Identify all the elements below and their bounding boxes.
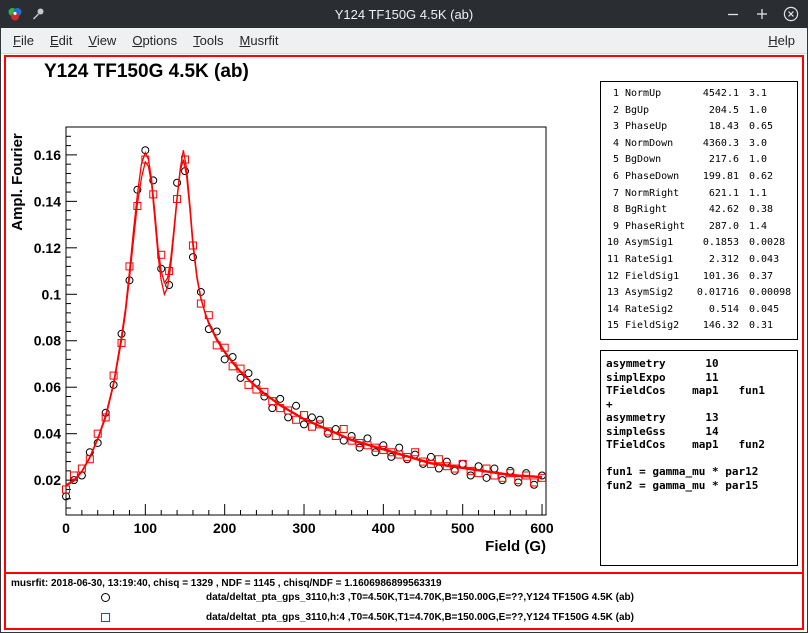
svg-text:600: 600 — [530, 520, 554, 536]
menu-options[interactable]: Options — [124, 29, 185, 52]
plot-pad: Y124 TF150G 4.5K (ab) 010020030040050060… — [6, 57, 802, 572]
svg-text:200: 200 — [213, 520, 237, 536]
menu-tools[interactable]: Tools — [185, 29, 231, 52]
param-row: 8BgRight42.620.38 — [605, 202, 793, 219]
menubar: FileEditViewOptionsToolsMusrfit Help — [1, 28, 807, 54]
svg-text:500: 500 — [451, 520, 475, 536]
svg-text:0: 0 — [62, 520, 70, 536]
titlebar[interactable]: Y124 TF150G 4.5K (ab) — [0, 0, 808, 28]
close-button[interactable] — [783, 6, 799, 22]
param-row: 10AsymSig10.18530.0028 — [605, 235, 793, 252]
param-row: 4NormDown4360.33.0 — [605, 136, 793, 153]
y-axis: 0.02 0.04 0.06 0.08 0.1 0.12 0.14 0.16 Ampl. Fou… — [9, 133, 77, 508]
param-row: 1NormUp4542.13.1 — [605, 86, 793, 103]
fit-info-line: musrfit: 2018-06-30, 13:19:40, chisq = 1… — [11, 578, 442, 589]
theory-line: asymmetry 10 — [606, 357, 792, 371]
theory-line: TFieldCos map1 fun2 — [606, 438, 792, 452]
theory-line: asymmetry 13 — [606, 411, 792, 425]
maximize-button[interactable] — [754, 6, 770, 22]
param-row: 3PhaseUp18.430.65 — [605, 119, 793, 136]
series-fit-h-4 — [66, 150, 542, 486]
param-row: 14RateSig20.5140.045 — [605, 302, 793, 319]
menu-view[interactable]: View — [80, 29, 124, 52]
menu-edit[interactable]: Edit — [42, 29, 80, 52]
theory-line: fun2 = gamma_mu * par15 — [606, 479, 792, 493]
y-axis-title: Ampl. Fourier — [9, 133, 26, 231]
series-data-h-3 — [63, 147, 546, 500]
svg-text:300: 300 — [292, 520, 316, 536]
menu-file[interactable]: File — [5, 29, 42, 52]
param-row: 7NormRight621.11.1 — [605, 186, 793, 203]
app-icon — [7, 6, 23, 22]
root-canvas[interactable]: Y124 TF150G 4.5K (ab) 010020030040050060… — [4, 55, 804, 630]
theory-line: + — [606, 398, 792, 412]
minimize-button[interactable] — [725, 6, 741, 22]
svg-text:400: 400 — [372, 520, 396, 536]
window-content: Y124 TF150G 4.5K (ab) 010020030040050060… — [1, 54, 807, 632]
svg-text:0.08: 0.08 — [34, 333, 61, 349]
theory-line: simplExpo 11 — [606, 371, 792, 385]
menu-musrfit[interactable]: Musrfit — [232, 29, 287, 52]
legend-circle-marker — [101, 593, 110, 602]
param-row: 12FieldSig1101.360.37 — [605, 269, 793, 286]
legend-square-marker — [101, 613, 110, 622]
theory-box: asymmetry 10simplExpo 11TFieldCos map1 f… — [600, 350, 798, 566]
param-row: 15FieldSig2146.320.31 — [605, 318, 793, 335]
x-axis: 0 100 200 300 400 500 600 Field (G) — [62, 504, 554, 555]
info-pad: musrfit: 2018-06-30, 13:19:40, chisq = 1… — [6, 572, 802, 628]
legend-label: data/deltat_pta_gps_3110,h:3 ,T0=4.50K,T… — [206, 592, 634, 603]
x-axis-title: Field (G) — [485, 538, 546, 555]
svg-text:0.12: 0.12 — [34, 240, 61, 256]
fourier-plot[interactable]: 0 100 200 300 400 500 600 Field (G) 0.02 0.04 0.06… — [6, 57, 596, 572]
param-row: 9PhaseRight287.01.4 — [605, 219, 793, 236]
svg-text:100: 100 — [134, 520, 158, 536]
legend-row: data/deltat_pta_gps_3110,h:4 ,T0=4.50K,T… — [101, 611, 634, 623]
param-row: 5BgDown217.61.0 — [605, 152, 793, 169]
param-row: 11RateSig12.3120.043 — [605, 252, 793, 269]
param-row: 2BgUp204.51.0 — [605, 103, 793, 120]
legend-label: data/deltat_pta_gps_3110,h:4 ,T0=4.50K,T… — [206, 612, 634, 623]
theory-line: simpleGss 14 — [606, 425, 792, 439]
window-title: Y124 TF150G 4.5K (ab) — [0, 7, 808, 22]
svg-text:0.06: 0.06 — [34, 379, 61, 395]
theory-line: TFieldCos map1 fun1 — [606, 384, 792, 398]
svg-text:0.14: 0.14 — [34, 193, 61, 209]
series-data-h-4 — [63, 156, 546, 493]
svg-text:0.02: 0.02 — [34, 472, 61, 488]
pin-icon[interactable] — [30, 6, 46, 22]
svg-text:0.1: 0.1 — [42, 286, 62, 302]
legend-row: data/deltat_pta_gps_3110,h:3 ,T0=4.50K,T… — [101, 591, 634, 603]
theory-line: fun1 = gamma_mu * par12 — [606, 465, 792, 479]
parameter-box: 1NormUp4542.13.12BgUp204.51.03PhaseUp18.… — [600, 81, 798, 340]
svg-text:0.04: 0.04 — [34, 426, 61, 442]
menu-help[interactable]: Help — [760, 29, 803, 52]
param-row: 6PhaseDown199.810.62 — [605, 169, 793, 186]
param-row: 13AsymSig20.017160.00098 — [605, 285, 793, 302]
svg-text:0.16: 0.16 — [34, 147, 61, 163]
theory-line — [606, 452, 792, 466]
